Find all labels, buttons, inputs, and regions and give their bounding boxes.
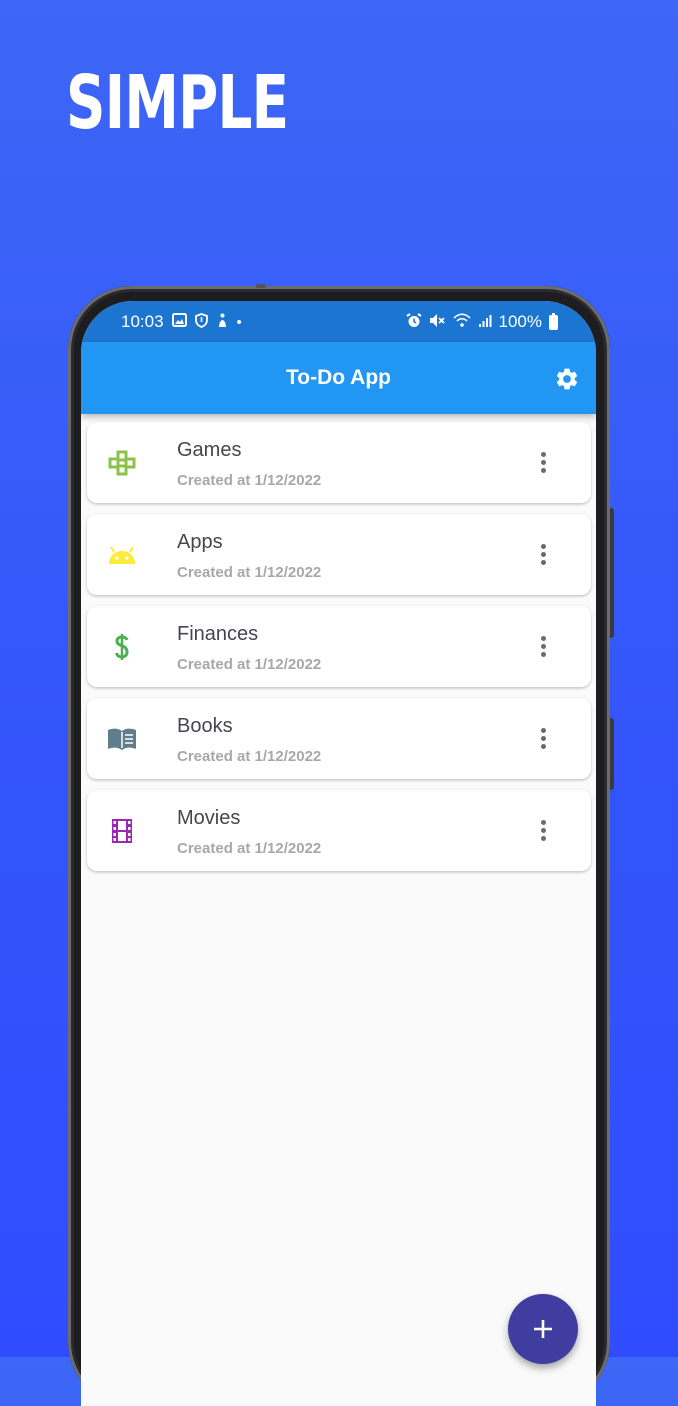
movie-icon bbox=[107, 816, 137, 846]
more-vert-icon[interactable] bbox=[531, 725, 555, 753]
list-item-finances[interactable]: Finances Created at 1/12/2022 bbox=[87, 606, 591, 687]
more-vert-icon[interactable] bbox=[531, 449, 555, 477]
category-list: Games Created at 1/12/2022 Apps Created … bbox=[87, 422, 591, 882]
mute-icon bbox=[429, 313, 446, 332]
list-item-subtitle: Created at 1/12/2022 bbox=[177, 748, 322, 765]
app-screen: 10:03 • 100% To-Do App Games Created at … bbox=[81, 301, 596, 1406]
more-vert-icon[interactable] bbox=[531, 541, 555, 569]
battery-icon bbox=[549, 312, 558, 330]
status-left: 10:03 • bbox=[121, 312, 242, 332]
list-item-title: Movies bbox=[177, 807, 241, 829]
shield-icon bbox=[194, 312, 208, 332]
app-title: To-Do App bbox=[286, 366, 391, 389]
list-item-title: Finances bbox=[177, 623, 259, 645]
list-item-movies[interactable]: Movies Created at 1/12/2022 bbox=[87, 790, 591, 871]
list-item-books[interactable]: Books Created at 1/12/2022 bbox=[87, 698, 591, 779]
android-icon bbox=[107, 540, 137, 570]
promo-headline: SIMPLE bbox=[66, 60, 289, 146]
list-item-apps[interactable]: Apps Created at 1/12/2022 bbox=[87, 514, 591, 595]
more-vert-icon[interactable] bbox=[531, 817, 555, 845]
dollar-icon bbox=[107, 632, 137, 662]
power-button bbox=[610, 718, 614, 790]
alarm-icon bbox=[405, 312, 422, 332]
settings-gear-icon[interactable] bbox=[554, 366, 580, 392]
plus-icon bbox=[534, 1320, 552, 1338]
gallery-icon bbox=[171, 313, 187, 331]
list-item-subtitle: Created at 1/12/2022 bbox=[177, 840, 322, 857]
status-bar: 10:03 • 100% bbox=[81, 301, 596, 342]
signal-icon bbox=[478, 313, 492, 332]
battery-percentage: 100% bbox=[498, 312, 542, 331]
add-category-button[interactable] bbox=[508, 1294, 578, 1364]
gamepad-icon bbox=[107, 448, 137, 478]
more-vert-icon[interactable] bbox=[531, 633, 555, 661]
list-item-title: Apps bbox=[177, 531, 223, 553]
book-icon bbox=[107, 724, 137, 754]
list-item-games[interactable]: Games Created at 1/12/2022 bbox=[87, 422, 591, 503]
list-item-title: Books bbox=[177, 715, 233, 737]
phone-notch bbox=[256, 284, 266, 288]
list-item-subtitle: Created at 1/12/2022 bbox=[177, 656, 322, 673]
app-bar: To-Do App bbox=[81, 342, 596, 414]
volume-button bbox=[610, 508, 614, 638]
status-time: 10:03 bbox=[121, 312, 164, 331]
list-item-subtitle: Created at 1/12/2022 bbox=[177, 564, 322, 581]
status-right: 100% bbox=[405, 312, 558, 332]
list-item-title: Games bbox=[177, 439, 242, 461]
wifi-icon bbox=[452, 312, 471, 332]
accessibility-icon bbox=[216, 313, 229, 332]
phone-frame: 10:03 • 100% To-Do App Games Created at … bbox=[68, 284, 614, 1406]
notification-dot-icon: • bbox=[236, 313, 242, 331]
list-item-subtitle: Created at 1/12/2022 bbox=[177, 472, 322, 489]
